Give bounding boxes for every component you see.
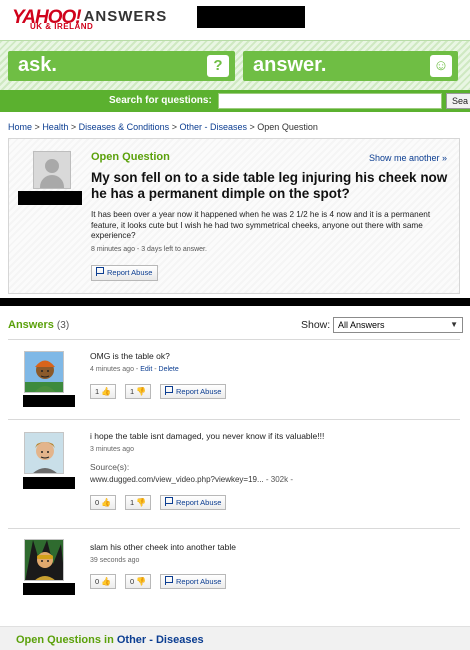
answerer-avatar[interactable]	[24, 351, 64, 393]
thumbs-up-count: 0	[95, 498, 100, 507]
site-header: YAHOO! ANSWERS UK & IRELAND	[0, 0, 470, 38]
show-label: Show:	[301, 319, 331, 331]
open-questions-heading: Open Questions in Other - Diseases	[16, 634, 204, 646]
report-abuse-label: Report Abuse	[176, 577, 222, 586]
answers-title: Answers	[8, 319, 54, 331]
report-abuse-button[interactable]: Report Abuse	[91, 265, 159, 281]
delete-link[interactable]: Delete	[159, 366, 179, 373]
breadcrumb-separator: >	[249, 122, 255, 132]
thumbs-up-button[interactable]: 1 👍	[90, 384, 117, 399]
ask-label: ask.	[18, 54, 57, 76]
source-size: - 302k -	[265, 475, 294, 484]
thumbs-up-icon: 👍	[101, 577, 112, 586]
question-body: It has been over a year now it happened …	[91, 210, 431, 240]
logo-product: ANSWERS	[83, 8, 168, 25]
avatar-image	[25, 352, 63, 392]
report-abuse-label: Report Abuse	[107, 268, 153, 277]
avatar-image	[25, 540, 63, 580]
answer-time: 3 minutes ago	[90, 446, 134, 453]
source-link[interactable]: www.dugged.com/view_video.php?viewkey=19…	[90, 475, 264, 484]
answer-meta: 4 minutes ago - Edit - Delete	[90, 366, 179, 373]
flag-icon	[165, 386, 173, 395]
thumbs-up-icon: 👍	[101, 498, 112, 507]
report-abuse-button[interactable]: Report Abuse	[160, 495, 227, 510]
answers-heading: Answers (3)	[8, 319, 69, 331]
thumbs-down-count: 1	[130, 387, 135, 396]
redaction-bar	[23, 583, 75, 595]
thumbs-down-count: 1	[130, 498, 135, 507]
edit-link[interactable]: Edit	[140, 366, 152, 373]
answers-count: (3)	[56, 320, 70, 331]
search-bar: Search for questions: Sea	[0, 90, 470, 112]
answer-text: slam his other cheek into another table	[90, 542, 237, 552]
answer-item: i hope the table isnt damaged, you never…	[8, 419, 460, 529]
thumbs-up-button[interactable]: 0 👍	[90, 574, 117, 589]
redaction-bar	[23, 477, 75, 489]
redaction-bar	[197, 6, 305, 28]
thumbs-up-count: 1	[95, 387, 100, 396]
flag-icon	[96, 267, 104, 276]
report-abuse-button[interactable]: Report Abuse	[160, 574, 227, 589]
answer-time: 4 minutes ago	[90, 366, 134, 373]
breadcrumb-other-diseases[interactable]: Other - Diseases	[179, 122, 247, 132]
redaction-bar	[23, 395, 75, 407]
answer-label: answer.	[253, 54, 327, 76]
breadcrumb-separator: >	[70, 122, 77, 132]
category-link[interactable]: Other - Diseases	[117, 634, 204, 646]
report-abuse-label: Report Abuse	[176, 498, 222, 507]
thumbs-down-icon: 👎	[136, 577, 147, 586]
thumbs-up-count: 0	[95, 577, 100, 586]
answer-item: slam his other cheek into another table …	[8, 528, 460, 618]
question-mark-icon: ?	[207, 55, 229, 77]
thumbs-up-icon: 👍	[101, 387, 112, 396]
report-abuse-label: Report Abuse	[176, 387, 222, 396]
thumbs-down-icon: 👎	[136, 498, 147, 507]
breadcrumb-diseases-conditions[interactable]: Diseases & Conditions	[79, 122, 170, 132]
answer-text: OMG is the table ok?	[90, 351, 170, 361]
answer-text: i hope the table isnt damaged, you never…	[90, 431, 325, 441]
question-status: Open Question	[91, 151, 170, 163]
show-another-link[interactable]: Show me another »	[369, 153, 447, 163]
action-band: ask. ? answer. ☺	[0, 40, 470, 90]
screenshot-separator	[0, 298, 470, 306]
breadcrumb: Home > Health > Diseases & Conditions > …	[8, 122, 318, 132]
thumbs-down-button[interactable]: 0 👎	[125, 574, 152, 589]
search-input[interactable]	[218, 93, 442, 109]
thumbs-down-button[interactable]: 1 👎	[125, 495, 152, 510]
search-button[interactable]: Sea	[446, 93, 470, 109]
answerer-avatar[interactable]	[24, 432, 64, 474]
thumbs-down-button[interactable]: 1 👎	[125, 384, 152, 399]
question-title: My son fell on to a side table leg injur…	[91, 170, 448, 201]
thumbs-down-count: 0	[130, 577, 135, 586]
show-filter-select[interactable]: All Answers ▼	[333, 317, 463, 333]
breadcrumb-health[interactable]: Health	[42, 122, 68, 132]
report-abuse-button[interactable]: Report Abuse	[160, 384, 227, 399]
breadcrumb-separator: >	[171, 122, 177, 132]
redaction-bar	[18, 191, 82, 205]
breadcrumb-separator: >	[34, 122, 40, 132]
asker-avatar[interactable]	[33, 151, 71, 189]
search-label: Search for questions:	[109, 95, 212, 106]
logo-region: UK & IRELAND	[30, 22, 94, 31]
question-panel: Open Question Show me another » My son f…	[8, 138, 460, 294]
answerer-avatar[interactable]	[24, 539, 64, 581]
show-filter-value: All Answers	[338, 320, 385, 330]
breadcrumb-home[interactable]: Home	[8, 122, 32, 132]
breadcrumb-current: Open Question	[257, 122, 318, 132]
ask-button[interactable]: ask. ?	[8, 51, 235, 81]
avatar-image	[25, 433, 63, 473]
flag-icon	[165, 497, 173, 506]
smiley-icon: ☺	[430, 55, 452, 77]
answer-item: OMG is the table ok? 4 minutes ago - Edi…	[8, 339, 460, 419]
open-questions-prefix: Open Questions in	[16, 634, 114, 646]
answer-button[interactable]: answer. ☺	[243, 51, 458, 81]
question-meta: 8 minutes ago - 3 days left to answer.	[91, 246, 207, 253]
dropdown-caret-icon: ▼	[450, 320, 458, 329]
source-label: Source(s):	[90, 462, 130, 472]
answer-source: www.dugged.com/view_video.php?viewkey=19…	[90, 475, 293, 484]
thumbs-down-icon: 👎	[136, 387, 147, 396]
answer-time: 39 seconds ago	[90, 557, 140, 564]
flag-icon	[165, 576, 173, 585]
thumbs-up-button[interactable]: 0 👍	[90, 495, 117, 510]
